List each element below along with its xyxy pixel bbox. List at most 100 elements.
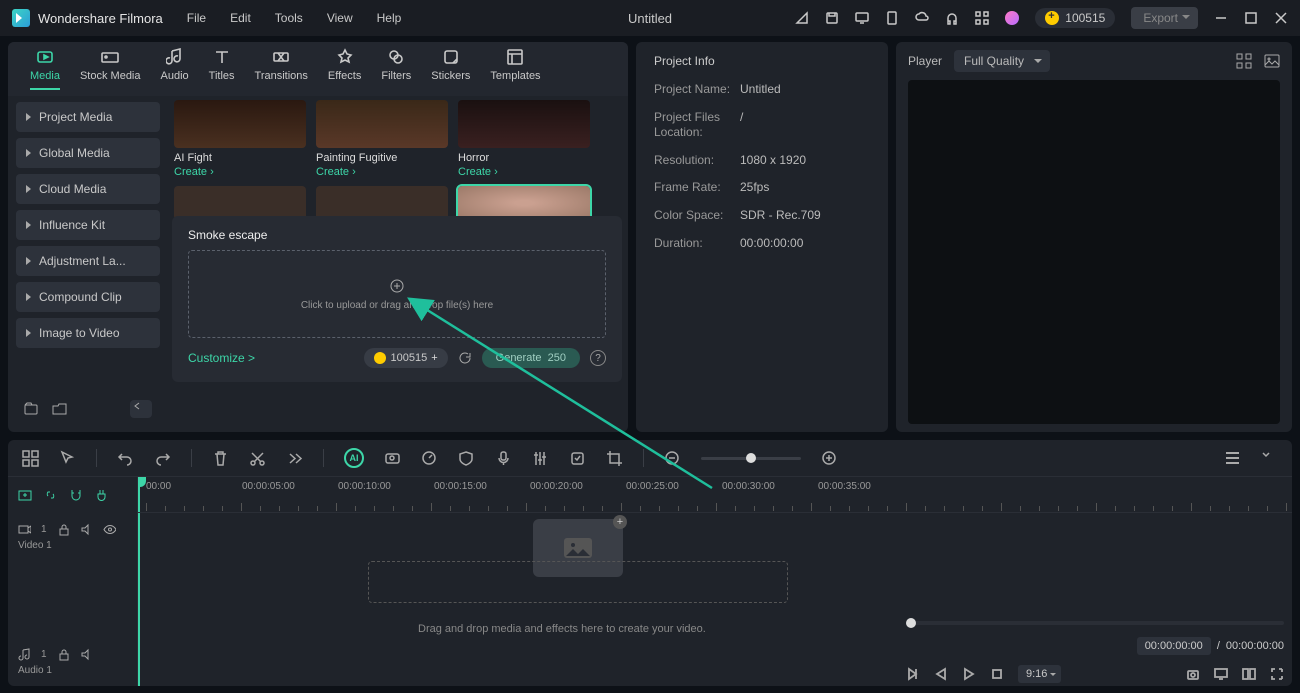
video-track-header[interactable]: 1 Video 1 [8, 513, 137, 561]
cut-icon[interactable] [249, 450, 266, 467]
camera-icon[interactable] [384, 450, 401, 467]
template-card[interactable] [174, 186, 306, 220]
ruler[interactable]: 00:0000:00:05:0000:00:10:0000:00:15:0000… [138, 477, 1292, 513]
sidebar-item-adjustment[interactable]: Adjustment La... [16, 246, 160, 276]
marker-icon[interactable] [569, 450, 586, 467]
shield-icon[interactable] [458, 450, 475, 467]
template-card-selected[interactable] [458, 186, 590, 220]
tab-audio[interactable]: Audio [161, 48, 189, 88]
template-card[interactable] [316, 186, 448, 220]
more-icon[interactable] [286, 450, 303, 467]
menu-tools[interactable]: Tools [275, 11, 303, 25]
device-icon[interactable] [885, 11, 899, 25]
menu-file[interactable]: File [187, 11, 206, 25]
menu-edit[interactable]: Edit [230, 11, 251, 25]
grid-icon[interactable] [1236, 53, 1252, 69]
ai-button[interactable]: AI [344, 448, 364, 468]
plug-icon[interactable] [93, 488, 108, 503]
menu-view[interactable]: View [327, 11, 353, 25]
audio-track-header[interactable]: 1 Audio 1 [8, 638, 137, 686]
maximize-icon[interactable] [1244, 11, 1258, 25]
template-card[interactable]: HorrorCreate › [458, 100, 590, 178]
template-card[interactable]: Painting FugitiveCreate › [316, 100, 448, 178]
pointer-icon[interactable] [59, 450, 76, 467]
quality-select[interactable]: Full Quality [954, 50, 1050, 72]
screen2-icon[interactable] [1214, 667, 1228, 681]
close-icon[interactable] [1274, 11, 1288, 25]
help-icon[interactable]: ? [590, 350, 606, 366]
add-track-icon[interactable] [18, 488, 33, 503]
redo-icon[interactable] [154, 450, 171, 467]
headphones-icon[interactable] [945, 11, 959, 25]
fullscreen-icon[interactable] [1270, 667, 1284, 681]
collapse-sidebar[interactable] [130, 400, 152, 418]
crop-icon[interactable] [606, 450, 623, 467]
sidebar-item-influence-kit[interactable]: Influence Kit [16, 210, 160, 240]
tab-stock[interactable]: Stock Media [80, 48, 141, 88]
link-icon[interactable] [43, 488, 58, 503]
tab-titles[interactable]: Titles [209, 48, 235, 88]
player-canvas[interactable] [908, 80, 1280, 424]
zoom-out-icon[interactable] [664, 450, 681, 467]
chevron-down-icon[interactable] [1261, 450, 1278, 467]
mute-icon[interactable] [80, 648, 93, 661]
prev-frame-icon[interactable] [906, 667, 920, 681]
tab-stickers[interactable]: Stickers [431, 48, 470, 88]
eye-icon[interactable] [103, 523, 116, 536]
sidebar-item-image-to-video[interactable]: Image to Video [16, 318, 160, 348]
magnet-icon[interactable] [68, 488, 83, 503]
tab-media[interactable]: Media [30, 48, 60, 90]
play-icon[interactable] [962, 667, 976, 681]
apps-icon[interactable] [975, 11, 989, 25]
tab-filters[interactable]: Filters [381, 48, 411, 88]
sidebar-item-compound[interactable]: Compound Clip [16, 282, 160, 312]
mixer-icon[interactable] [532, 450, 549, 467]
aspect-select[interactable]: 9:16 [1018, 665, 1061, 683]
stop-icon[interactable] [990, 667, 1004, 681]
layout-icon[interactable] [22, 450, 39, 467]
play-back-icon[interactable] [934, 667, 948, 681]
tab-transitions[interactable]: Transitions [255, 48, 308, 88]
info-row: Frame Rate:25fps [654, 180, 870, 196]
sidebar-item-cloud-media[interactable]: Cloud Media [16, 174, 160, 204]
media-panel: Media Stock Media Audio Titles Transitio… [8, 42, 628, 432]
minimize-icon[interactable] [1214, 11, 1228, 25]
template-card[interactable]: AI FightCreate › [174, 100, 306, 178]
image-icon[interactable] [1264, 53, 1280, 69]
mute-icon[interactable] [80, 523, 93, 536]
generate-button[interactable]: Generate 250 [482, 348, 580, 368]
dropzone[interactable]: Click to upload or drag and drop file(s)… [188, 250, 606, 338]
refresh-icon[interactable] [458, 351, 472, 365]
delete-icon[interactable] [212, 450, 229, 467]
save-icon[interactable] [825, 11, 839, 25]
mic-icon[interactable] [495, 450, 512, 467]
customize-link[interactable]: Customize > [188, 351, 255, 365]
compare-icon[interactable] [1242, 667, 1256, 681]
time-current: 00:00:00:00 [1137, 637, 1211, 655]
snapshot-icon[interactable] [1186, 667, 1200, 681]
tab-effects[interactable]: Effects [328, 48, 361, 88]
timeline-options-icon[interactable] [1224, 450, 1241, 467]
zoom-slider[interactable] [701, 457, 801, 460]
credits-badge[interactable]: 100515 [1035, 8, 1115, 28]
send-icon[interactable] [795, 11, 809, 25]
drop-target[interactable] [368, 561, 788, 603]
export-button[interactable]: Export [1131, 7, 1198, 29]
zoom-in-icon[interactable] [821, 450, 838, 467]
lock-icon[interactable] [57, 523, 70, 536]
sidebar-item-global-media[interactable]: Global Media [16, 138, 160, 168]
menu-help[interactable]: Help [377, 11, 402, 25]
screen-icon[interactable] [855, 11, 869, 25]
speed-icon[interactable] [421, 450, 438, 467]
tab-templates[interactable]: Templates [490, 48, 540, 88]
sidebar-item-project-media[interactable]: Project Media [16, 102, 160, 132]
cloud-icon[interactable] [915, 11, 929, 25]
new-folder-icon[interactable] [24, 401, 40, 417]
open-folder-icon[interactable] [52, 401, 68, 417]
player-scrubber[interactable] [906, 621, 1284, 625]
credits-pill[interactable]: 100515+ [364, 348, 447, 368]
avatar[interactable] [1005, 11, 1019, 25]
undo-icon[interactable] [117, 450, 134, 467]
lock-icon[interactable] [57, 648, 70, 661]
credits-value: 100515 [1065, 11, 1105, 25]
